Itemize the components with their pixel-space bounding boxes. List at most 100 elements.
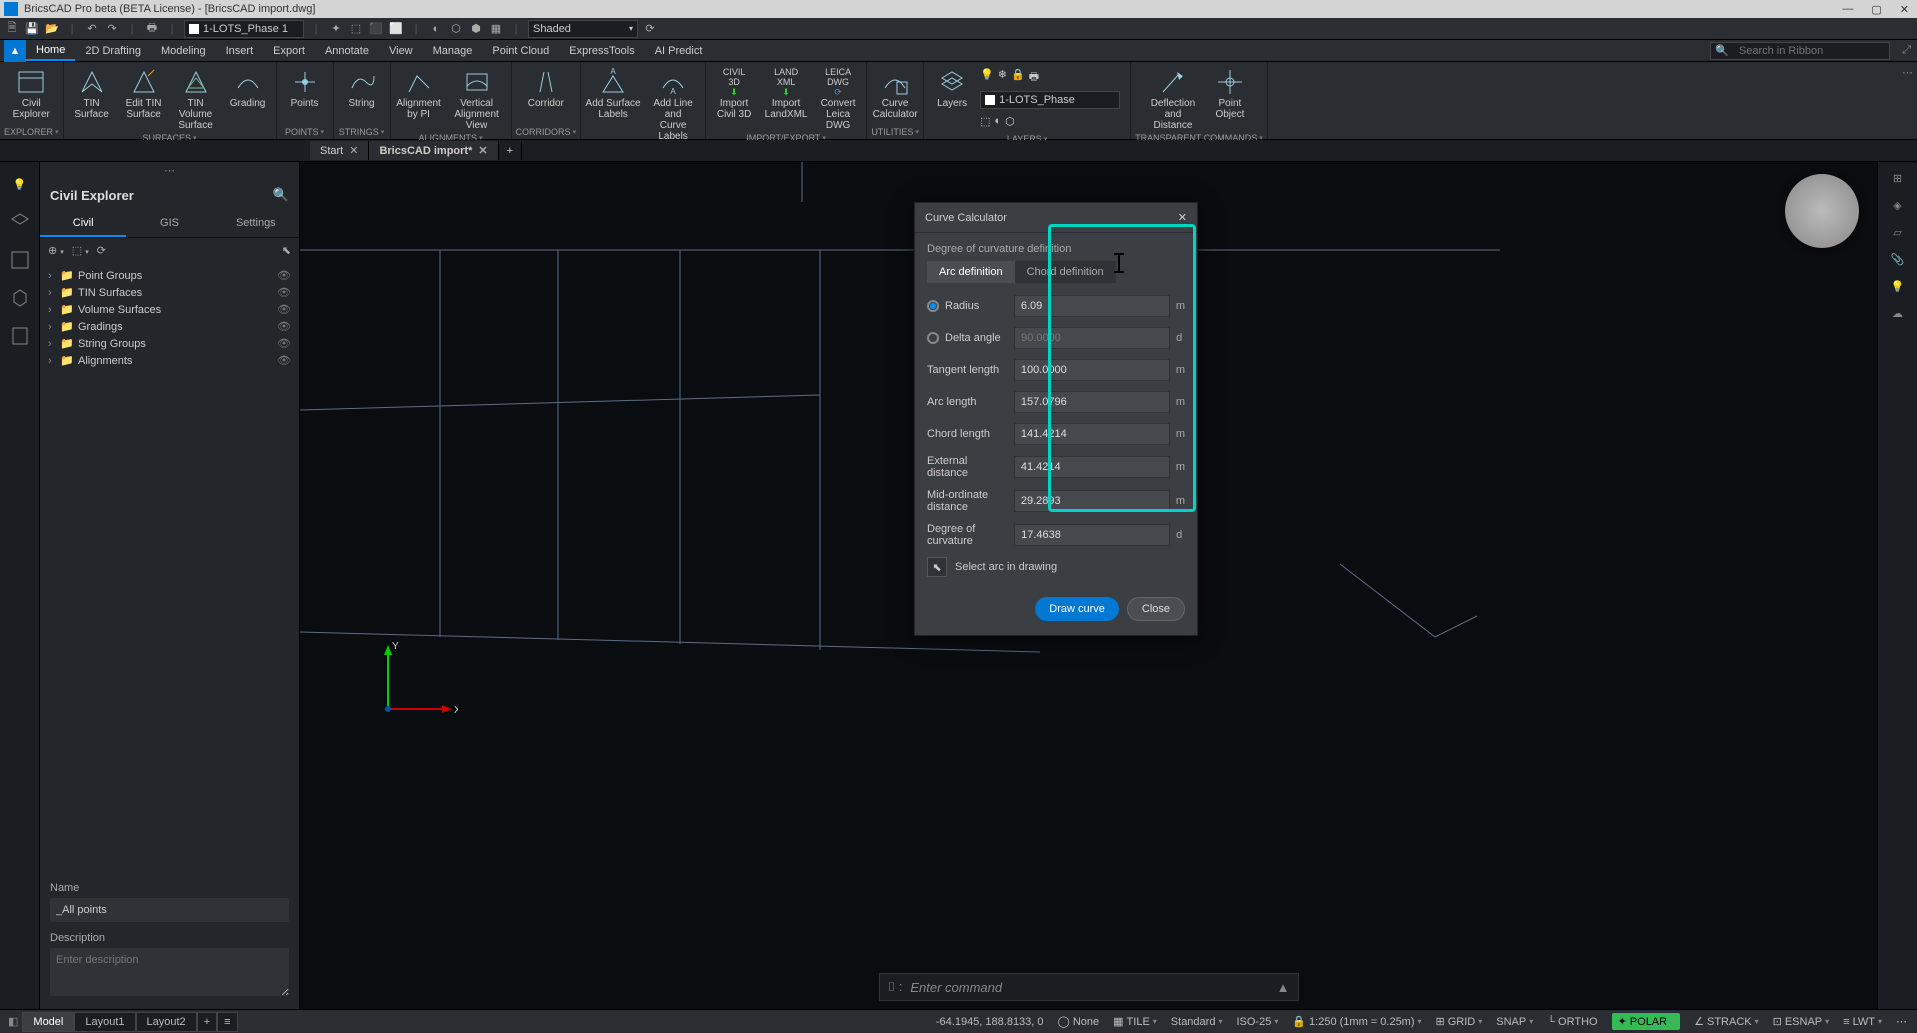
ribbon-search-input[interactable] <box>1733 45 1889 57</box>
iso-combo[interactable]: ISO-25▾ <box>1236 1016 1278 1028</box>
ribbon-collapse-icon[interactable]: ⋯ <box>1898 62 1917 139</box>
menu-expresstools[interactable]: ExpressTools <box>559 42 644 60</box>
tree-item-volume-surfaces[interactable]: ›📁Volume Surfaces👁 <box>48 301 291 318</box>
panel-tab-civil[interactable]: Civil <box>40 211 126 237</box>
panel-grip[interactable]: ⋯ <box>40 162 299 179</box>
radius-input[interactable] <box>1014 295 1170 317</box>
lwt-toggle[interactable]: ≡ LWT▾ <box>1843 1016 1882 1028</box>
add-line-curve-labels-button[interactable]: AAdd Line andCurve Labels <box>645 64 701 142</box>
minimize-button[interactable]: — <box>1842 3 1853 16</box>
layer-lock-icon[interactable]: 🔒 <box>1011 68 1025 87</box>
rail-grid-icon[interactable]: ⊞ <box>1893 172 1902 185</box>
mid-ordinate-input[interactable] <box>1014 490 1170 512</box>
tool-icon[interactable]: ⬛ <box>368 21 384 37</box>
esnap-toggle[interactable]: ⊡ ESNAP▾ <box>1773 1015 1830 1028</box>
menu-manage[interactable]: Manage <box>423 42 483 60</box>
visibility-icon[interactable]: 👁 <box>277 354 291 367</box>
refresh-icon[interactable]: ⟳ <box>642 21 658 37</box>
name-field[interactable] <box>50 898 289 922</box>
close-icon[interactable]: ✕ <box>1178 211 1187 224</box>
description-field[interactable] <box>50 948 289 996</box>
doc-tab-start[interactable]: Start✕ <box>310 141 369 160</box>
tab-arc-definition[interactable]: Arc definition <box>927 261 1015 283</box>
tool-icon[interactable]: ⬡ <box>448 21 464 37</box>
layer-visibility-icon[interactable]: 💡 <box>980 68 994 87</box>
tree-item-string-groups[interactable]: ›📁String Groups👁 <box>48 335 291 352</box>
tile-toggle[interactable]: ▦ TILE▾ <box>1113 1015 1157 1028</box>
strack-toggle[interactable]: ∠ STRACK▾ <box>1694 1015 1759 1028</box>
layout-tab-layout2[interactable]: Layout2 <box>136 1012 197 1032</box>
ortho-toggle[interactable]: └ ORTHO <box>1547 1016 1597 1028</box>
rail-attach-icon[interactable]: 📎 <box>1891 253 1905 266</box>
layout-list-button[interactable]: ≡ <box>217 1012 237 1032</box>
vertical-alignment-view-button[interactable]: VerticalAlignment View <box>447 64 507 131</box>
drawing-canvas[interactable]: Y X ⌷ : Enter command ▲ Curve Calculator… <box>300 162 1877 1009</box>
snap-toggle[interactable]: SNAP▾ <box>1496 1016 1533 1028</box>
layer-tool-icon[interactable]: ⬡ <box>1005 115 1015 128</box>
search-icon[interactable]: 🔍 <box>273 187 289 203</box>
close-icon[interactable]: ✕ <box>349 144 358 157</box>
entsnap-status[interactable]: ◯ None <box>1058 1015 1100 1028</box>
point-object-button[interactable]: PointObject <box>1206 64 1254 120</box>
edit-tin-surface-button[interactable]: Edit TINSurface <box>120 64 168 120</box>
tangent-length-input[interactable] <box>1014 359 1170 381</box>
layer-tool-icon[interactable]: ◐ <box>994 115 1001 128</box>
menu-2d-drafting[interactable]: 2D Drafting <box>75 42 151 60</box>
cursor-icon[interactable]: ⬉ <box>282 244 291 257</box>
deflection-distance-button[interactable]: Deflectionand Distance <box>1144 64 1202 131</box>
close-dialog-button[interactable]: Close <box>1127 597 1185 621</box>
visibility-icon[interactable]: 👁 <box>277 337 291 350</box>
command-bar[interactable]: ⌷ : Enter command ▲ <box>879 973 1299 1001</box>
tool-icon[interactable]: ⬜ <box>388 21 404 37</box>
rail-layers-icon[interactable] <box>8 210 32 234</box>
standard-combo[interactable]: Standard▾ <box>1171 1016 1223 1028</box>
layout-tab-layout1[interactable]: Layout1 <box>74 1012 135 1032</box>
rail-sheet-icon[interactable] <box>8 324 32 348</box>
tool-icon[interactable]: ⬢ <box>468 21 484 37</box>
panel-tab-gis[interactable]: GIS <box>126 211 212 237</box>
new-icon[interactable]: 🗎 <box>4 21 20 37</box>
rail-cloud-icon[interactable]: ☁ <box>1892 307 1903 320</box>
scale-combo[interactable]: 🔒 1:250 (1mm = 0.25m)▾ <box>1292 1015 1421 1028</box>
tree-item-gradings[interactable]: ›📁Gradings👁 <box>48 318 291 335</box>
expand-icon[interactable]: ▲ <box>1277 980 1290 995</box>
status-more[interactable]: ⋯ <box>1896 1015 1907 1028</box>
chord-length-input[interactable] <box>1014 423 1170 445</box>
new-tab-button[interactable]: + <box>499 142 522 160</box>
civil-explorer-button[interactable]: CivilExplorer <box>7 64 55 120</box>
add-surface-labels-button[interactable]: AAdd SurfaceLabels <box>585 64 641 120</box>
export-icon[interactable]: ⬚ ▾ <box>72 244 89 257</box>
degree-curvature-input[interactable] <box>1014 524 1170 546</box>
grid-toggle[interactable]: ⊞ GRID▾ <box>1436 1015 1483 1028</box>
view-cube[interactable] <box>1785 174 1859 248</box>
visibility-icon[interactable]: 👁 <box>277 286 291 299</box>
menu-insert[interactable]: Insert <box>216 42 264 60</box>
grading-button[interactable]: Grading <box>224 64 272 109</box>
app-menu-button[interactable]: ▲ <box>4 40 26 62</box>
ribbon-search[interactable]: 🔍 <box>1710 42 1890 60</box>
tool-icon[interactable]: ⬚ <box>348 21 364 37</box>
panel-tab-settings[interactable]: Settings <box>213 211 299 237</box>
document-combo[interactable]: 1-LOTS_Phase 1 <box>184 20 304 38</box>
visual-style-combo[interactable]: Shaded ▾ <box>528 20 638 38</box>
menu-point-cloud[interactable]: Point Cloud <box>482 42 559 60</box>
radio-radius[interactable] <box>927 300 939 312</box>
visibility-icon[interactable]: 👁 <box>277 269 291 282</box>
undo-icon[interactable]: ↶ <box>84 21 100 37</box>
rail-sheet-icon[interactable]: ▱ <box>1893 226 1901 239</box>
add-icon[interactable]: ⊕ ▾ <box>48 244 64 257</box>
close-button[interactable]: ✕ <box>1900 3 1909 16</box>
arc-length-input[interactable] <box>1014 391 1170 413</box>
visibility-icon[interactable]: 👁 <box>277 320 291 333</box>
rail-structure-icon[interactable] <box>8 248 32 272</box>
tree-item-point-groups[interactable]: ›📁Point Groups👁 <box>48 267 291 284</box>
print-icon[interactable]: 🖶 <box>144 21 160 37</box>
select-arc-icon[interactable]: ⬉ <box>927 557 947 577</box>
tool-icon[interactable]: ▦ <box>488 21 504 37</box>
layer-freeze-icon[interactable]: ❄ <box>998 68 1007 87</box>
help-icon[interactable]: ⤢ <box>1896 44 1917 57</box>
open-icon[interactable]: 📂 <box>44 21 60 37</box>
corridor-button[interactable]: Corridor <box>522 64 570 109</box>
maximize-button[interactable]: ▢ <box>1871 3 1881 16</box>
layer-print-icon[interactable]: 🖶 <box>1029 68 1039 87</box>
